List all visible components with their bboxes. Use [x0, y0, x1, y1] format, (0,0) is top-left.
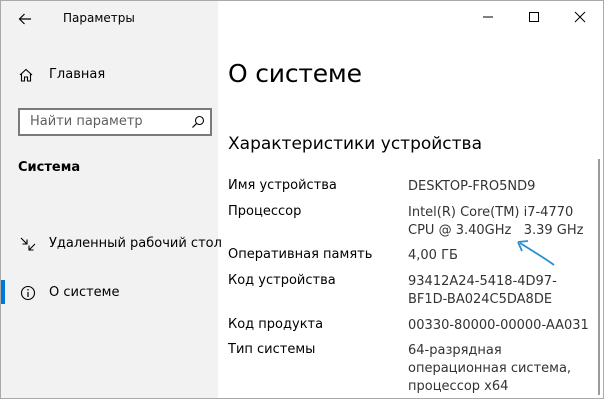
back-button[interactable]: [9, 5, 41, 33]
sidebar-item-home[interactable]: Главная: [1, 61, 218, 89]
spec-value-ram: 4,00 ГБ: [408, 248, 458, 263]
sidebar-item-about[interactable]: О системе: [1, 278, 218, 308]
scrollbar[interactable]: [598, 159, 600, 395]
spec-value-product-id: 00330-80000-00000-AA031: [408, 318, 589, 333]
info-icon: [20, 285, 36, 301]
spec-label-product-id: Код продукта: [228, 317, 324, 332]
sidebar-section-title: Система: [18, 160, 81, 175]
spec-label-ram: Оперативная память: [228, 247, 373, 262]
spec-value-system-type: 64-разрядная операционная система, проце…: [408, 343, 572, 394]
search-placeholder: Найти параметр: [30, 114, 143, 129]
spec-value-device-name: DESKTOP-FRO5ND9: [408, 179, 536, 194]
selection-indicator: [1, 280, 5, 304]
settings-window: Параметры Главная Найти параметр Система…: [0, 0, 604, 399]
spec-label-processor: Процессор: [228, 204, 302, 219]
spec-label-device-id: Код устройства: [228, 273, 336, 288]
sidebar-item-remote-desktop[interactable]: Удаленный рабочий стол: [1, 229, 222, 259]
sidebar-item-label: Удаленный рабочий стол: [49, 236, 222, 251]
spec-label-device-name: Имя устройства: [228, 178, 337, 193]
home-icon: [19, 68, 33, 82]
page-title: О системе: [228, 59, 362, 88]
sidebar-item-label: Главная: [49, 67, 106, 82]
remote-desktop-icon: [20, 237, 36, 251]
back-arrow-icon: [18, 13, 31, 25]
spec-label-system-type: Тип системы: [228, 342, 316, 357]
annotation-arrow-icon: [517, 240, 555, 266]
spec-value-device-id: 93412A24-5418-4D97- BF1D-BA024C5DA8DE: [408, 274, 557, 307]
search-input[interactable]: Найти параметр: [18, 108, 212, 136]
sidebar-item-label: О системе: [49, 285, 120, 300]
main-content: О системе Характеристики устройства Имя …: [218, 1, 603, 398]
app-title: Параметры: [63, 11, 135, 25]
sidebar: Параметры Главная Найти параметр Система…: [1, 1, 222, 398]
search-icon: [192, 115, 205, 128]
section-heading: Характеристики устройства: [228, 134, 482, 154]
